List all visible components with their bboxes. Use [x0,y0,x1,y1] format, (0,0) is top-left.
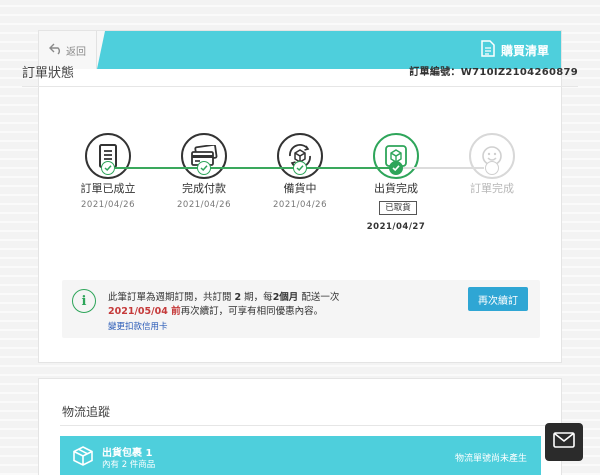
progress-track-done [115,167,398,169]
renew-button[interactable]: 再次續訂 [468,287,528,311]
package-icon [72,445,94,471]
picked-up-badge: 已取貨 [379,201,417,215]
step-label: 出貨完成 [374,182,418,195]
package-row[interactable]: 出貨包裹 1 內有 2 件商品 物流單號尚未產生 [60,436,541,475]
step-date: 2021/04/26 [81,200,135,210]
logistics-title: 物流追蹤 [62,405,111,419]
step-date: 2021/04/26 [177,200,231,210]
step-check-icon [389,161,403,175]
step-pending-dot [485,161,499,175]
divider [22,86,578,87]
order-number: 訂單編號：W710IZ2104260879 [409,67,578,78]
mail-button[interactable] [545,423,583,461]
step-label: 訂單已成立 [80,182,136,195]
tracking-status: 物流單號尚未產生 [454,454,527,464]
divider [60,425,562,426]
shopping-list-icon [481,40,495,60]
mail-icon [553,432,575,452]
step-check-icon [197,161,211,175]
back-label: 返回 [66,46,86,58]
progress-track-pending [403,167,484,169]
subscription-notice: i 此筆訂單為週期訂閱，共訂閱 2 期，每2個月 配送一次 2021/05/04… [62,280,540,338]
step-date: 2021/04/26 [273,200,327,210]
order-status-title: 訂單狀態 [22,66,75,81]
info-icon: i [72,289,96,313]
page-title: 購買清單 [500,43,549,58]
step-label: 訂單完成 [470,182,514,195]
step-label: 完成付款 [182,182,226,195]
step-date: 2021/04/27 [366,222,426,232]
package-item-count: 內有 2 件商品 [102,460,156,470]
change-card-link[interactable]: 變更扣款信用卡 [108,320,168,332]
notice-line-1: 此筆訂單為週期訂閱，共訂閱 2 期，每2個月 配送一次 [108,292,340,303]
back-arrow-icon [49,43,63,58]
notice-line-2: 2021/05/04 前再次續訂，可享有相同優惠內容。 [108,306,324,317]
step-check-icon [101,161,115,175]
step-check-icon [293,161,307,175]
package-title: 出貨包裹 1 [102,448,153,459]
step-label: 備貨中 [283,182,317,195]
